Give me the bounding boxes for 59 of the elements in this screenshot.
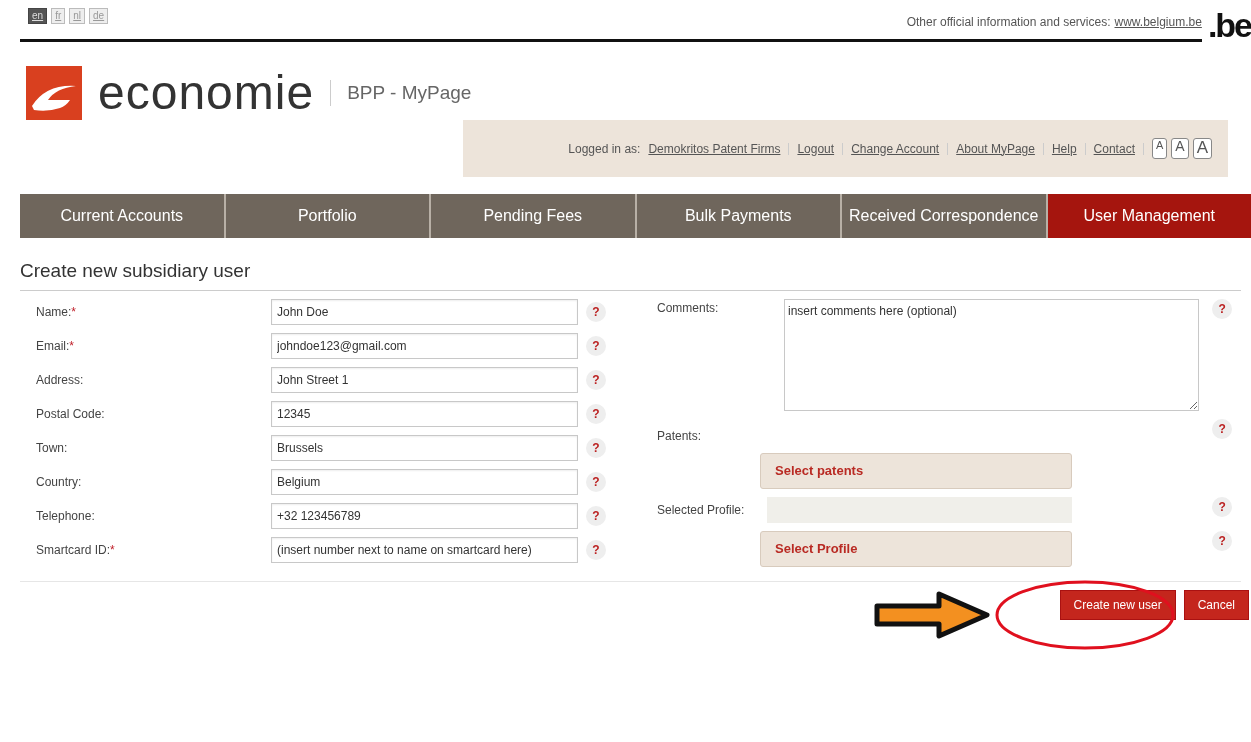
comments-field[interactable]: insert comments here (optional) — [784, 298, 1199, 411]
nav-tab[interactable]: Bulk Payments — [636, 194, 842, 238]
logo-icon — [26, 66, 82, 120]
field-label: Country: — [36, 473, 83, 491]
nav-tab[interactable]: User Management — [1047, 194, 1251, 238]
input-field[interactable]: Belgium — [271, 468, 578, 495]
info-text: Other official information and services: — [906, 14, 1111, 31]
field-label: Smartcard ID:* — [36, 541, 116, 559]
field-label: Name:* — [36, 303, 77, 321]
select-button[interactable]: Select patents — [760, 452, 1072, 489]
help-icon[interactable]: ? — [586, 505, 606, 526]
help-icon[interactable]: ? — [586, 301, 606, 322]
field-label: Selected Profile: — [657, 501, 746, 519]
help-icon[interactable]: ? — [1212, 298, 1232, 319]
font-size-button[interactable]: A — [1171, 138, 1189, 159]
font-size-button[interactable]: A — [1151, 138, 1168, 159]
action-button[interactable]: Cancel — [1183, 589, 1249, 620]
header-link[interactable]: Change Account — [851, 139, 940, 158]
help-icon[interactable]: ? — [586, 471, 606, 492]
logged-in-label: Logged in as: — [568, 140, 641, 158]
input-field[interactable]: 12345 — [271, 400, 578, 427]
header-link[interactable]: About MyPage — [956, 139, 1035, 158]
help-icon[interactable]: ? — [1212, 530, 1232, 551]
field-label: Comments: — [657, 299, 720, 317]
help-icon[interactable]: ? — [586, 403, 606, 424]
font-size-button[interactable]: A — [1192, 138, 1212, 159]
input-field[interactable]: John Doe — [271, 298, 578, 325]
input-field[interactable]: +32 123456789 — [271, 502, 578, 529]
input-field[interactable]: Brussels — [271, 434, 578, 461]
help-icon[interactable]: ? — [586, 437, 606, 458]
field-label: Email:* — [36, 337, 75, 355]
help-icon[interactable]: ? — [586, 539, 606, 560]
select-button[interactable]: Select Profile — [760, 530, 1072, 567]
action-button[interactable]: Create new user — [1059, 589, 1176, 620]
brand-name: economie — [98, 69, 315, 117]
help-icon[interactable]: ? — [586, 335, 606, 356]
site-logo: .be — [1207, 8, 1251, 42]
field-label: Telephone: — [36, 507, 96, 525]
header-link[interactable]: Logout — [797, 139, 835, 158]
input-field[interactable]: johndoe123@gmail.com — [271, 332, 578, 359]
field-label: Town: — [36, 439, 69, 457]
header-link[interactable]: Help — [1051, 139, 1077, 158]
language-link[interactable]: en — [28, 8, 48, 24]
nav-tab[interactable]: Portfolio — [225, 194, 431, 238]
user-link[interactable]: Demokritos Patent Firms — [648, 139, 781, 158]
field-label: Postal Code: — [36, 405, 106, 423]
field-label: Address: — [36, 371, 85, 389]
help-icon[interactable]: ? — [1212, 496, 1232, 517]
input-field[interactable]: John Street 1 — [271, 366, 578, 393]
site-title: BPP - MyPage — [347, 80, 472, 105]
help-icon[interactable]: ? — [1212, 418, 1232, 439]
help-icon[interactable]: ? — [586, 369, 606, 390]
field-label: Patents: — [657, 427, 703, 445]
nav-tab[interactable]: Pending Fees — [431, 194, 637, 238]
nav-tab[interactable]: Current Accounts — [20, 194, 226, 238]
header-link[interactable]: Contact — [1093, 139, 1135, 158]
input-field[interactable]: (insert number next to name on smartcard here) — [271, 536, 578, 563]
site-link[interactable]: www.belgium.be — [1114, 15, 1202, 29]
page-heading: Create new subsidiary user — [20, 257, 1241, 291]
